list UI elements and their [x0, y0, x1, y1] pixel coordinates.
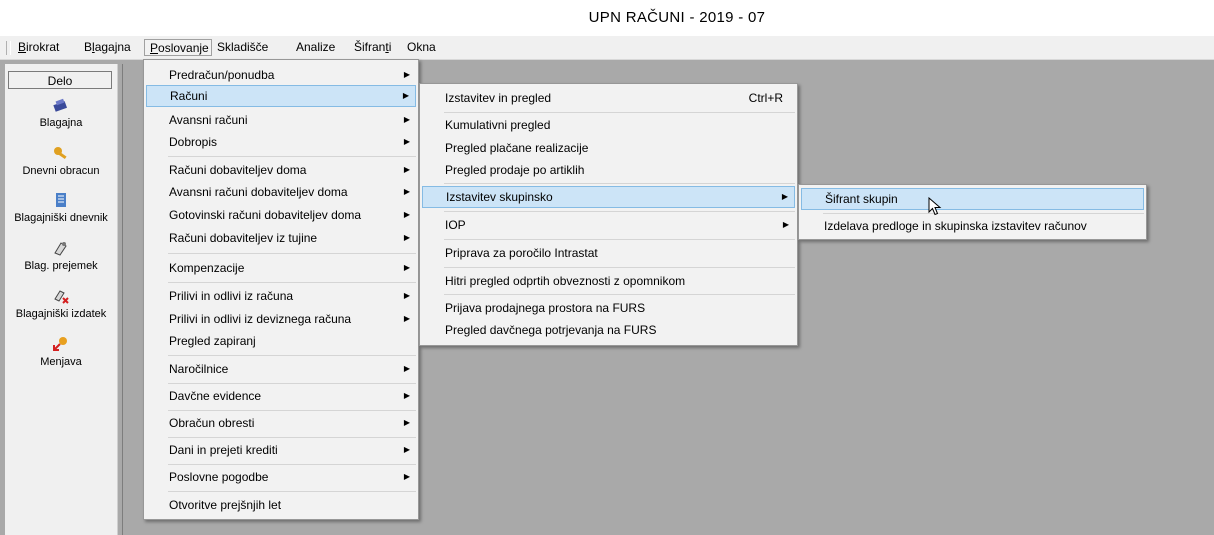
- menu-bar: Birokrat Blagajna Poslovanje Skladišče A…: [0, 36, 1214, 60]
- sidebar-divider-dark: [122, 64, 123, 535]
- menu-separator: [168, 491, 416, 492]
- menu-birokrat[interactable]: Birokrat: [13, 39, 64, 56]
- sidebar-header: Delo: [8, 71, 112, 89]
- menu-item-racuni-iz-tujine[interactable]: Računi dobaviteljev iz tujine ▶: [146, 227, 416, 249]
- menu-item-prodaje-po-artiklih[interactable]: Pregled prodaje po artiklih: [422, 159, 795, 181]
- menu-item-iop[interactable]: IOP ▶: [422, 214, 795, 236]
- menu-item-predracun[interactable]: Predračun/ponudba ▶: [146, 64, 416, 86]
- menu-item-skupinska-izstavitev[interactable]: Izdelava predloge in skupinska izstavite…: [801, 215, 1144, 237]
- menu-analize[interactable]: Analize: [291, 39, 340, 56]
- menu-okna[interactable]: Okna: [402, 39, 441, 56]
- menu-separator: [168, 355, 416, 356]
- submenu-arrow-icon: ▶: [781, 192, 788, 201]
- menu-separator: [444, 267, 795, 268]
- menu-item-izstavitev-pregled[interactable]: Izstavitev in pregled Ctrl+R: [422, 87, 795, 109]
- submenu-arrow-icon: ▶: [403, 364, 410, 373]
- sidebar-divider-light: [117, 64, 118, 535]
- submenu-arrow-icon: ▶: [782, 220, 789, 229]
- submenu-arrow-icon: ▶: [403, 233, 410, 242]
- menu-separator: [168, 437, 416, 438]
- menu-item-prilivi-deviznega[interactable]: Prilivi in odlivi iz deviznega računa ▶: [146, 308, 416, 330]
- menu-sifranti[interactable]: Šifranti: [349, 39, 396, 56]
- submenu-arrow-icon: ▶: [403, 210, 410, 219]
- submenu-arrow-icon: ▶: [403, 418, 410, 427]
- menu-separator: [444, 211, 795, 212]
- menu-item-intrastat[interactable]: Priprava za poročilo Intrastat: [422, 242, 795, 264]
- exchange-icon: [5, 336, 117, 354]
- menu-separator: [168, 253, 416, 254]
- skupinsko-submenu: Šifrant skupin Izdelava predloge in skup…: [798, 184, 1147, 240]
- menu-item-hitri-pregled[interactable]: Hitri pregled odprtih obveznosti z opomn…: [422, 270, 795, 292]
- menu-item-davcno-potrjevanje[interactable]: Pregled davčnega potrjevanja na FURS: [422, 319, 795, 341]
- menu-separator: [168, 383, 416, 384]
- menubar-grip: [6, 41, 11, 55]
- menu-item-prijava-furs[interactable]: Prijava prodajnega prostora na FURS: [422, 297, 795, 319]
- submenu-arrow-icon: ▶: [403, 137, 410, 146]
- submenu-arrow-icon: ▶: [403, 391, 410, 400]
- menu-skladisce[interactable]: Skladišče: [212, 39, 273, 56]
- menu-item-kompenzacije[interactable]: Kompenzacije ▶: [146, 257, 416, 279]
- menu-separator: [168, 410, 416, 411]
- menu-separator: [444, 294, 795, 295]
- menu-item-kumulativni-pregled[interactable]: Kumulativni pregled: [422, 114, 795, 136]
- menu-item-obracun-obresti[interactable]: Obračun obresti ▶: [146, 412, 416, 434]
- sidebar-item-menjava[interactable]: Menjava: [5, 336, 117, 368]
- menu-poslovanje[interactable]: Poslovanje: [144, 39, 212, 56]
- menu-separator: [168, 282, 416, 283]
- menu-item-pregled-zapiranj[interactable]: Pregled zapiranj: [146, 330, 416, 352]
- menu-item-avansni-racuni-dobaviteljev[interactable]: Avansni računi dobaviteljev doma ▶: [146, 181, 416, 203]
- menu-separator: [444, 239, 795, 240]
- menu-item-placane-realizacije[interactable]: Pregled plačane realizacije: [422, 137, 795, 159]
- menu-separator: [168, 464, 416, 465]
- submenu-arrow-icon: ▶: [403, 165, 410, 174]
- receipt-icon: [5, 240, 117, 258]
- menu-item-racuni[interactable]: Računi ▶: [146, 85, 416, 107]
- submenu-arrow-icon: ▶: [403, 187, 410, 196]
- racuni-submenu: Izstavitev in pregled Ctrl+R Kumulativni …: [419, 83, 798, 346]
- sidebar-item-blagajna[interactable]: Blagajna: [5, 97, 117, 129]
- cash-register-icon: [5, 97, 117, 115]
- menu-separator: [444, 183, 795, 184]
- submenu-arrow-icon: ▶: [403, 445, 410, 454]
- menu-item-racuni-dobaviteljev-doma[interactable]: Računi dobaviteljev doma ▶: [146, 159, 416, 181]
- menu-item-narocilnice[interactable]: Naročilnice ▶: [146, 358, 416, 380]
- menu-item-dani-prejeti-krediti[interactable]: Dani in prejeti krediti ▶: [146, 439, 416, 461]
- submenu-arrow-icon: ▶: [403, 472, 410, 481]
- journal-icon: [5, 192, 117, 210]
- key-icon: [5, 145, 117, 163]
- mouse-pointer-icon: [928, 196, 944, 217]
- submenu-arrow-icon: ▶: [403, 291, 410, 300]
- window-title: UPN RAČUNI - 2019 - 07: [588, 9, 766, 26]
- expense-icon: [5, 288, 117, 306]
- submenu-arrow-icon: ▶: [403, 263, 410, 272]
- menu-blagajna[interactable]: Blagajna: [79, 39, 136, 56]
- sidebar-panel: Delo Blagajna Dnevni obracun Blagajniški…: [5, 64, 118, 535]
- title-bar: UPN RAČUNI - 2019 - 07: [0, 0, 1214, 36]
- menu-separator: [823, 213, 1144, 214]
- menu-separator: [168, 156, 416, 157]
- menu-item-poslovne-pogodbe[interactable]: Poslovne pogodbe ▶: [146, 466, 416, 488]
- sidebar-item-blagajniski-izdatek[interactable]: Blagajniški izdatek: [5, 288, 117, 320]
- menu-item-avansni-racuni[interactable]: Avansni računi ▶: [146, 109, 416, 131]
- sidebar-item-blagajniski-dnevnik[interactable]: Blagajniški dnevnik: [5, 192, 117, 224]
- submenu-arrow-icon: ▶: [403, 70, 410, 79]
- sidebar-item-blag-prejemek[interactable]: Blag. prejemek: [5, 240, 117, 272]
- sidebar-item-dnevni-obracun[interactable]: Dnevni obracun: [5, 145, 117, 177]
- menu-item-otvoritve[interactable]: Otvoritve prejšnjih let: [146, 494, 416, 516]
- menu-item-gotovinski-racuni[interactable]: Gotovinski računi dobaviteljev doma ▶: [146, 204, 416, 226]
- poslovanje-menu: Predračun/ponudba ▶ Računi ▶ Avansni račun…: [143, 59, 419, 520]
- menu-item-prilivi-racuna[interactable]: Prilivi in odlivi iz računa ▶: [146, 285, 416, 307]
- menu-item-sifrant-skupin[interactable]: Šifrant skupin: [801, 188, 1144, 210]
- submenu-arrow-icon: ▶: [403, 115, 410, 124]
- menu-item-izstavitev-skupinsko[interactable]: Izstavitev skupinsko ▶: [422, 186, 795, 208]
- menu-item-davcne-evidence[interactable]: Davčne evidence ▶: [146, 385, 416, 407]
- shortcut-label: Ctrl+R: [748, 91, 783, 105]
- menu-item-dobropis[interactable]: Dobropis ▶: [146, 131, 416, 153]
- submenu-arrow-icon: ▶: [403, 314, 410, 323]
- submenu-arrow-icon: ▶: [402, 91, 409, 100]
- menu-separator: [444, 112, 795, 113]
